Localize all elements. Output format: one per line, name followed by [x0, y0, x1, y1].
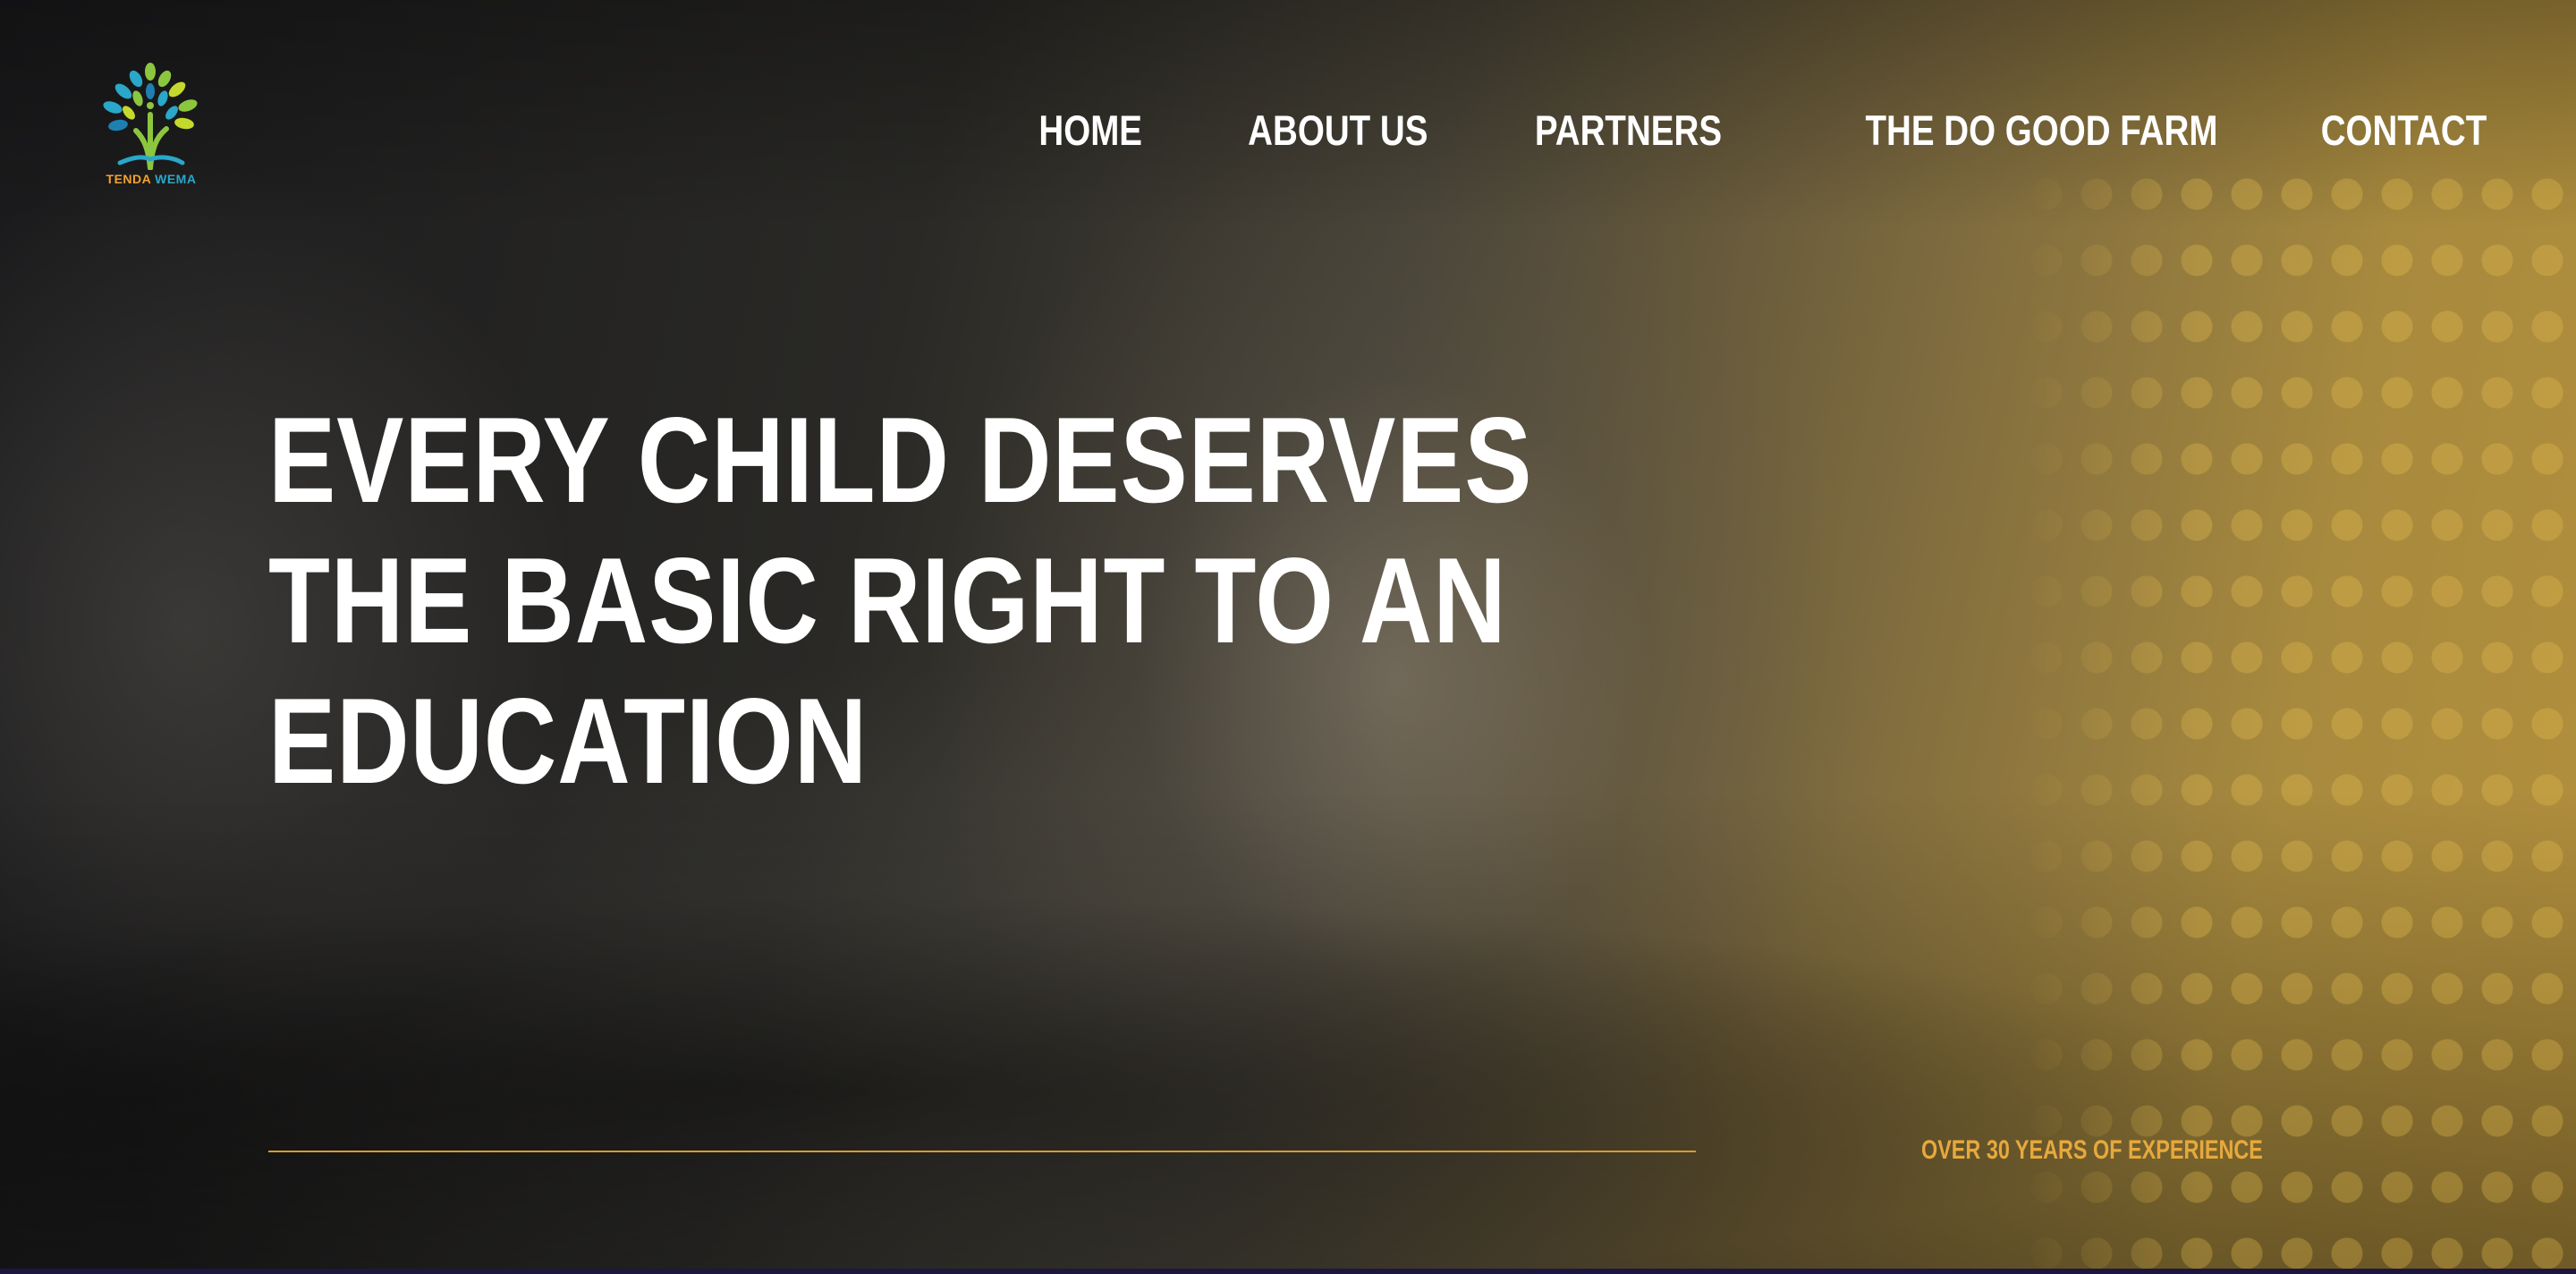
logo-word-tenda: TENDA	[106, 172, 151, 186]
nav-do-good-farm[interactable]: THE DO GOOD FARM	[1866, 104, 2218, 157]
headline-line-1: EVERY CHILD DESERVES	[268, 392, 1533, 528]
main-navigation: HOME ABOUT US PARTNERS THE DO GOOD FARM …	[1016, 104, 2487, 157]
headline-line-2: THE BASIC RIGHT TO AN	[268, 532, 1507, 668]
site-logo[interactable]: TENDA WEMA	[93, 63, 209, 197]
hero-divider	[268, 1151, 1696, 1152]
tree-icon	[103, 63, 198, 170]
nav-about-us[interactable]: ABOUT US	[1248, 104, 1428, 157]
bottom-edge-strip	[0, 1269, 2576, 1274]
logo-word-wema: WEMA	[155, 172, 197, 186]
nav-partners[interactable]: PARTNERS	[1535, 104, 1722, 157]
nav-contact[interactable]: CONTACT	[2320, 104, 2487, 157]
headline-line-3: EDUCATION	[268, 673, 869, 809]
hero-section: TENDA WEMA HOME ABOUT US PARTNERS THE DO…	[0, 0, 2576, 1274]
experience-tagline: OVER 30 YEARS OF EXPERIENCE	[1921, 1135, 2263, 1165]
hero-headline: EVERY CHILD DESERVES THE BASIC RIGHT TO …	[268, 390, 1533, 811]
dot-pattern-overlay	[2021, 161, 2576, 1274]
nav-home[interactable]: HOME	[1038, 104, 1142, 157]
logo-wordmark: TENDA WEMA	[93, 172, 209, 186]
